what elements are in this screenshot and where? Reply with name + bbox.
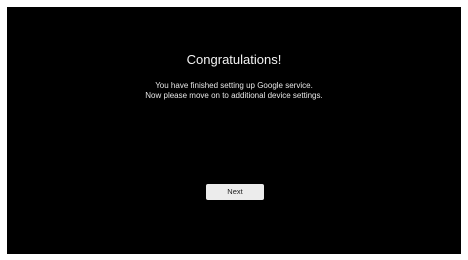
message-line-1: You have finished setting up Google serv… [155, 81, 313, 90]
message-line-2: Now please move on to additional device … [145, 91, 323, 100]
setup-complete-screen: Congratulations! You have finished setti… [7, 7, 461, 254]
completion-message: You have finished setting up Google serv… [7, 81, 461, 101]
page-title: Congratulations! [186, 52, 282, 67]
next-button[interactable]: Next [206, 184, 264, 200]
